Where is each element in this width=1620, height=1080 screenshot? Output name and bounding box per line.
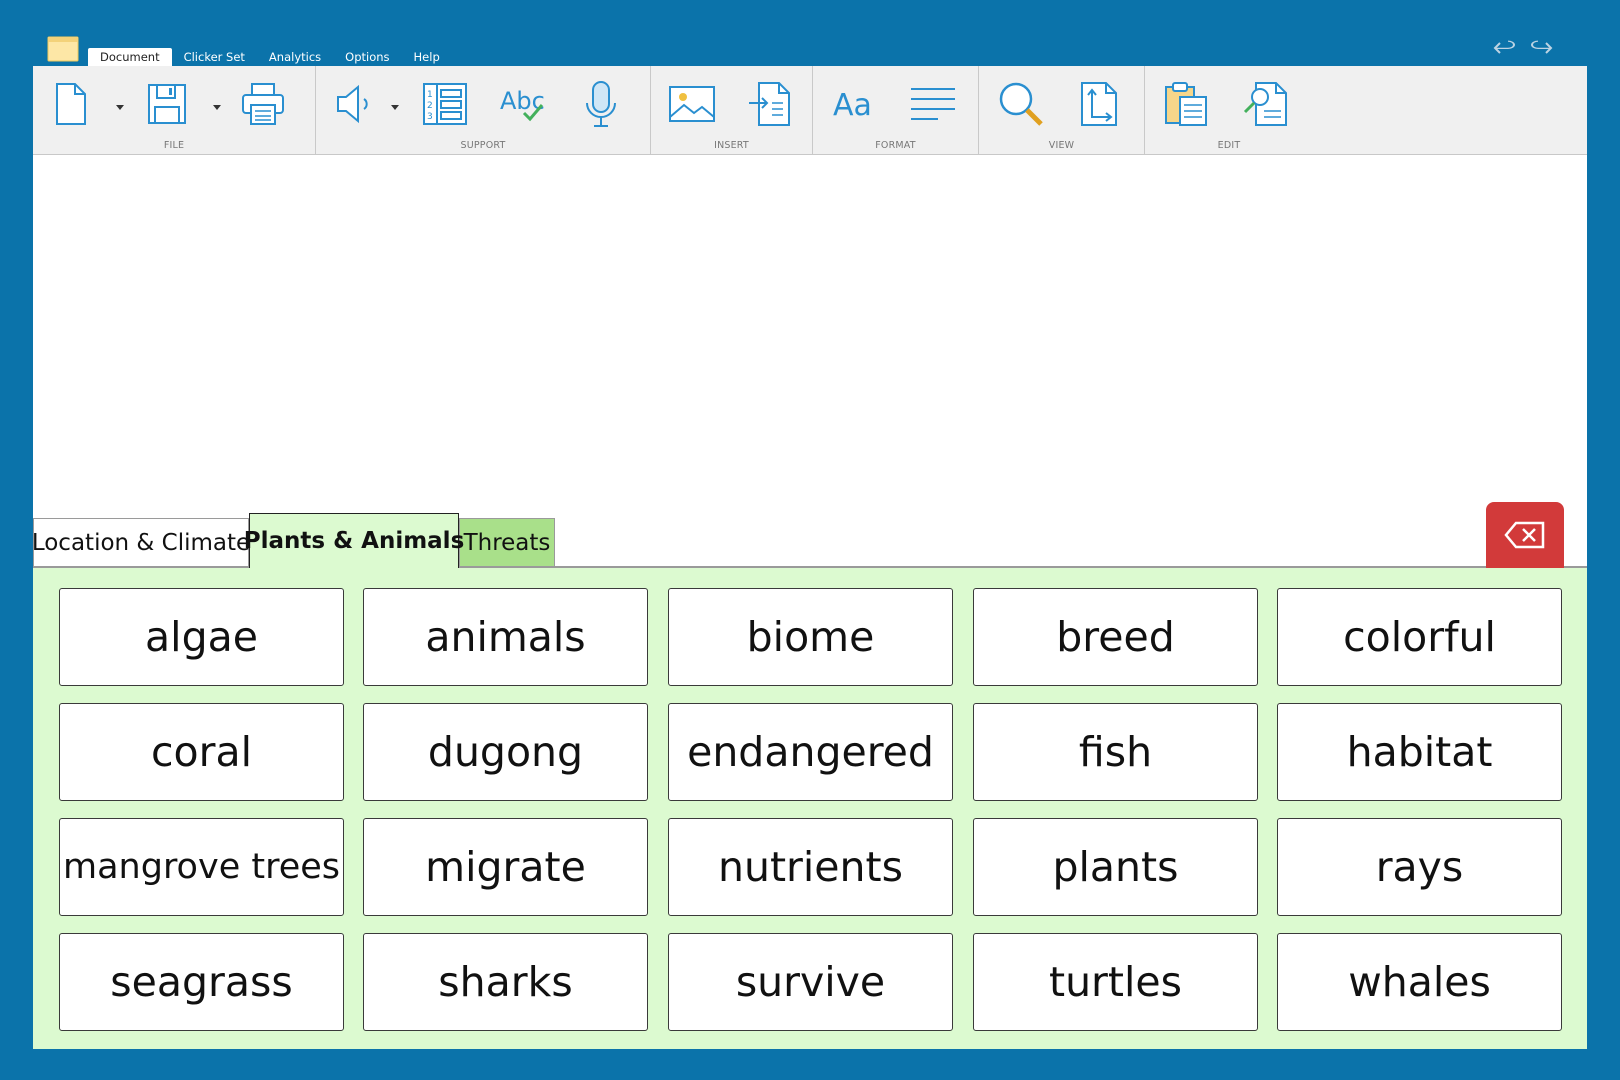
svg-text:2: 2 [427,101,433,111]
word-grid: algae animals biome breed colorful coral… [33,568,1587,1049]
page-size-icon[interactable] [1072,76,1126,132]
print-icon[interactable] [236,76,290,132]
spell-check-icon[interactable]: Abc [496,76,550,132]
save-icon[interactable] [139,76,193,132]
ribbon-group-label: FILE [163,140,185,151]
redo-icon[interactable] [1528,34,1554,64]
backspace-icon [1504,521,1545,549]
svg-text:3: 3 [427,112,433,122]
word-cell[interactable]: dugong [363,703,648,801]
insert-image-icon[interactable] [665,76,719,132]
folder-icon[interactable] [47,36,79,62]
word-cell[interactable]: seagrass [59,933,344,1031]
new-document-icon[interactable] [43,76,97,132]
ribbon-group-view: VIEW [979,66,1145,154]
menu-tabs: Document Clicker Set Analytics Options H… [88,47,452,67]
menu-tab-options[interactable]: Options [333,48,401,67]
backspace-button[interactable] [1486,502,1564,568]
word-cell[interactable]: breed [973,588,1258,686]
document-area[interactable] [33,155,1587,522]
word-cell[interactable]: mangrove trees [59,818,344,916]
ribbon-group-insert: INSERT [651,66,813,154]
save-dropdown-icon[interactable] [210,98,224,110]
undo-icon[interactable] [1492,34,1518,64]
word-cell[interactable]: biome [668,588,953,686]
ribbon: FILE 123 Abc SUPPORT INSERT Aa FORMAT VI… [33,66,1587,155]
menu-tab-clicker-set[interactable]: Clicker Set [172,48,257,67]
word-cell[interactable]: algae [59,588,344,686]
word-cell[interactable]: nutrients [668,818,953,916]
undo-redo [1492,34,1554,64]
word-cell[interactable]: fish [973,703,1258,801]
ribbon-group-format: Aa FORMAT [813,66,979,154]
insert-file-icon[interactable] [743,76,797,132]
ribbon-group-support: 123 Abc SUPPORT [316,66,651,154]
word-cell[interactable]: plants [973,818,1258,916]
ribbon-group-label: INSERT [714,140,749,151]
ribbon-group-label: VIEW [1048,140,1075,151]
new-dropdown-icon[interactable] [113,98,127,110]
word-cell[interactable]: survive [668,933,953,1031]
tab-threats[interactable]: Threats [459,518,555,566]
find-replace-icon[interactable] [1238,76,1292,132]
ribbon-group-file: FILE [33,66,316,154]
ribbon-group-label: SUPPORT [460,140,506,151]
ribbon-group-label: EDIT [1217,140,1241,151]
speech-icon[interactable] [326,76,380,132]
word-cell[interactable]: habitat [1277,703,1562,801]
word-cell[interactable]: migrate [363,818,648,916]
svg-text:1: 1 [427,90,433,100]
menu-tab-analytics[interactable]: Analytics [257,48,333,67]
numbered-list-icon[interactable]: 123 [418,76,472,132]
microphone-icon[interactable] [574,76,628,132]
word-cell[interactable]: coral [59,703,344,801]
menu-tab-document[interactable]: Document [88,48,172,67]
word-cell[interactable]: endangered [668,703,953,801]
ribbon-group-label: FORMAT [875,140,916,151]
word-cell[interactable]: animals [363,588,648,686]
menu-tab-help[interactable]: Help [402,48,452,67]
word-cell[interactable]: sharks [363,933,648,1031]
align-icon[interactable] [906,76,960,132]
font-icon[interactable]: Aa [828,76,882,132]
paste-icon[interactable] [1159,76,1213,132]
word-cell[interactable]: turtles [973,933,1258,1031]
ribbon-group-edit: EDIT [1145,66,1313,154]
word-cell[interactable]: colorful [1277,588,1562,686]
word-cell[interactable]: whales [1277,933,1562,1031]
app-window: FILE 123 Abc SUPPORT INSERT Aa FORMAT VI… [32,66,1587,1049]
search-icon[interactable] [994,76,1048,132]
word-cell[interactable]: rays [1277,818,1562,916]
tab-plants-animals[interactable]: Plants & Animals [244,513,464,568]
tab-location-climate[interactable]: Location & Climate [32,518,250,566]
speech-dropdown-icon[interactable] [388,98,402,110]
svg-text:Aa: Aa [833,88,872,123]
